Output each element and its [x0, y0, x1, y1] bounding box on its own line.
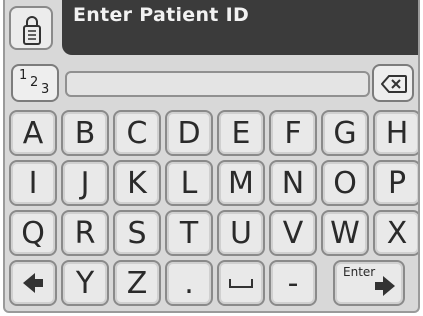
key-b[interactable]: B	[61, 110, 109, 156]
space-icon	[229, 279, 253, 288]
enter-label: Enter	[343, 265, 376, 279]
key-m[interactable]: M	[217, 160, 265, 206]
key-h[interactable]: H	[373, 110, 418, 156]
key-f[interactable]: F	[269, 110, 317, 156]
screen: Enter Patient ID 1 2 3 A B C D E F G H I…	[3, 0, 420, 313]
cursor-left-button[interactable]	[9, 260, 57, 306]
lock-button[interactable]	[9, 6, 53, 50]
key-c[interactable]: C	[113, 110, 161, 156]
right-arrow-icon	[375, 276, 395, 296]
mode-digit-3: 3	[41, 82, 50, 97]
key-u[interactable]: U	[217, 210, 265, 256]
key-l[interactable]: L	[165, 160, 213, 206]
key-p[interactable]: P	[373, 160, 418, 206]
key-i[interactable]: I	[9, 160, 57, 206]
key-x[interactable]: X	[373, 210, 418, 256]
enter-button[interactable]: Enter	[333, 260, 405, 306]
key-n[interactable]: N	[269, 160, 317, 206]
page-title: Enter Patient ID	[73, 4, 250, 26]
key-o[interactable]: O	[321, 160, 369, 206]
key-y[interactable]: Y	[61, 260, 109, 306]
key-j[interactable]: J	[61, 160, 109, 206]
mode-digit-2: 2	[30, 75, 39, 90]
key-k[interactable]: K	[113, 160, 161, 206]
lock-icon	[23, 16, 41, 45]
key-period[interactable]: .	[165, 260, 213, 306]
left-arrow-icon	[23, 273, 43, 293]
key-q[interactable]: Q	[9, 210, 57, 256]
key-r[interactable]: R	[61, 210, 109, 256]
space-button[interactable]	[217, 260, 265, 306]
key-g[interactable]: G	[321, 110, 369, 156]
key-a[interactable]: A	[9, 110, 57, 156]
key-w[interactable]: W	[321, 210, 369, 256]
patient-id-input[interactable]	[65, 71, 370, 97]
key-d[interactable]: D	[165, 110, 213, 156]
key-v[interactable]: V	[269, 210, 317, 256]
key-hyphen[interactable]: -	[269, 260, 317, 306]
key-z[interactable]: Z	[113, 260, 161, 306]
key-t[interactable]: T	[165, 210, 213, 256]
key-s[interactable]: S	[113, 210, 161, 256]
numeric-mode-button[interactable]: 1 2 3	[11, 64, 59, 102]
key-e[interactable]: E	[217, 110, 265, 156]
backspace-button[interactable]	[372, 64, 414, 102]
backspace-icon	[381, 75, 407, 93]
mode-digit-1: 1	[19, 68, 28, 83]
